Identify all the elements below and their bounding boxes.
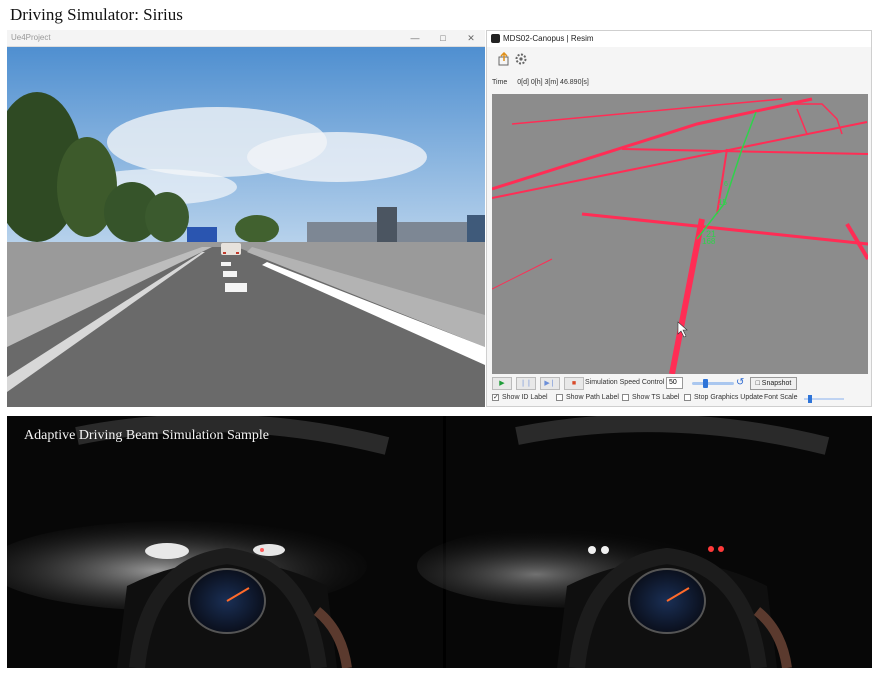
resim-window[interactable]: MDS02-Canopus | Resim Time 0[d] 0[h] 3[m…: [486, 30, 872, 407]
time-label: Time: [492, 79, 508, 86]
minimize-button[interactable]: [787, 31, 815, 48]
checkbox-label: Show ID Label: [502, 394, 548, 401]
checkbox-box[interactable]: [556, 394, 563, 401]
font-scale-slider[interactable]: [804, 395, 844, 403]
checkbox-label: Stop Graphics Update: [694, 394, 763, 401]
map-label-168: 168: [702, 237, 716, 246]
step-button[interactable]: ▶❘: [540, 377, 560, 390]
close-button[interactable]: [843, 31, 871, 48]
adb-scene-views: [7, 416, 872, 668]
speed-input[interactable]: 50: [666, 377, 683, 389]
playback-controls: ▶ ❘❘ ▶❘ ■ Simulation Speed Control 50 ↺ …: [492, 377, 868, 391]
gear-icon[interactable]: [514, 52, 528, 66]
unreal-window[interactable]: Ue4Project — □ ✕: [7, 30, 485, 407]
road-network-view[interactable]: 21 168 15 6: [492, 94, 868, 374]
checkbox-box[interactable]: [622, 394, 629, 401]
show-path-label-checkbox[interactable]: Show Path Label: [556, 394, 619, 401]
checkbox-label: Show Path Label: [566, 394, 619, 401]
page-title: Driving Simulator: Sirius: [10, 5, 183, 24]
font-scale-slider-thumb[interactable]: [807, 395, 812, 403]
maximize-button[interactable]: □: [429, 30, 457, 47]
speed-slider[interactable]: [692, 379, 734, 388]
simulation-time: Time 0[d] 0[h] 3[m] 46.890[s]: [492, 79, 589, 86]
speed-control-label: Simulation Speed Control: [585, 379, 665, 386]
stop-button[interactable]: ■: [564, 377, 584, 390]
unreal-titlebar[interactable]: Ue4Project — □ ✕: [7, 30, 485, 47]
checkbox-box[interactable]: ✓: [492, 394, 499, 401]
adb-left-view: [7, 416, 443, 668]
play-button[interactable]: ▶: [492, 377, 512, 390]
map-label-6: 6: [724, 181, 728, 188]
adb-panel-title: Adaptive Driving Beam Simulation Sample: [24, 428, 269, 443]
checkbox-box[interactable]: [684, 394, 691, 401]
show-id-label-checkbox[interactable]: ✓ Show ID Label: [492, 394, 548, 401]
unreal-window-controls: — □ ✕: [401, 30, 485, 47]
checkbox-label: Show TS Label: [632, 394, 680, 401]
resim-titlebar[interactable]: MDS02-Canopus | Resim: [487, 31, 871, 47]
adb-panel: Adaptive Driving Beam Simulation Sample: [7, 416, 872, 668]
snapshot-label: Snapshot: [761, 380, 792, 387]
minimize-button[interactable]: —: [401, 30, 429, 47]
font-scale-label: Font Scale: [764, 394, 798, 401]
stop-graphics-update-checkbox[interactable]: Stop Graphics Update: [684, 394, 763, 401]
time-value: 0[d] 0[h] 3[m] 46.890[s]: [517, 79, 589, 86]
map-label-15: 15: [718, 198, 727, 207]
maximize-button[interactable]: [815, 31, 843, 48]
resim-window-title: MDS02-Canopus | Resim: [503, 34, 594, 43]
speed-slider-thumb[interactable]: [703, 379, 709, 388]
close-button[interactable]: ✕: [457, 30, 485, 47]
adb-right-view: [417, 416, 872, 668]
unreal-window-title: Ue4Project: [11, 33, 51, 42]
display-options: ✓ Show ID Label Show Path Label Show TS L…: [492, 394, 868, 406]
show-ts-label-checkbox[interactable]: Show TS Label: [622, 394, 679, 401]
app-icon: [491, 34, 500, 43]
snapshot-button[interactable]: □ Snapshot: [750, 377, 797, 390]
export-icon[interactable]: [497, 51, 511, 66]
pause-button[interactable]: ❘❘: [516, 377, 536, 390]
resim-toolbar: [487, 48, 871, 70]
resim-window-controls: [787, 31, 871, 48]
driving-scene-view[interactable]: [7, 47, 485, 407]
reset-speed-icon[interactable]: ↺: [736, 377, 744, 389]
